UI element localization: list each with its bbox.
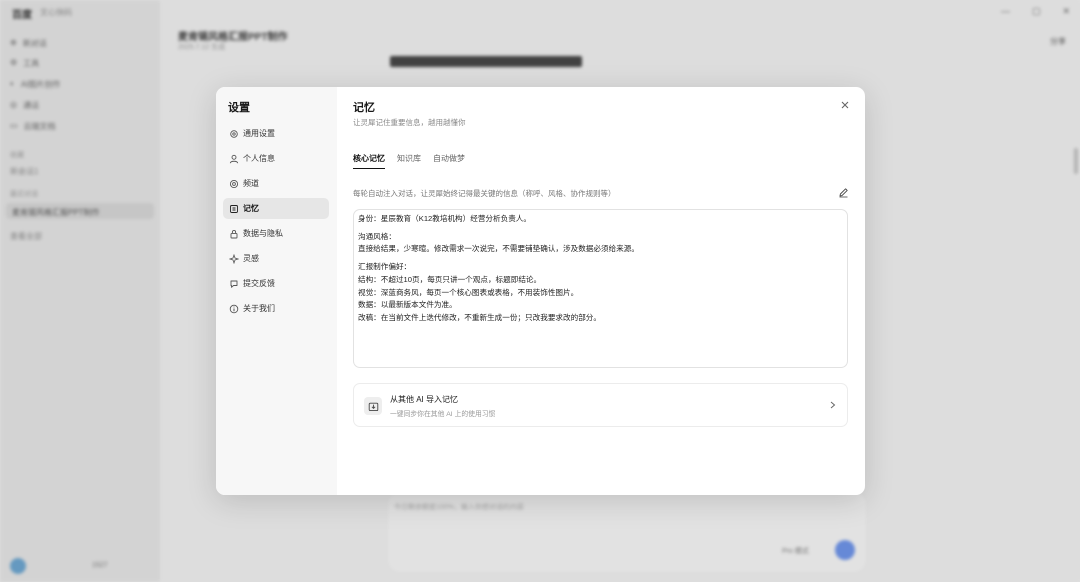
core-memory-text[interactable]: 身份：星辰教育（K12教培机构）经营分析负责人。 沟通风格： 直接给结果，少寒暄… bbox=[353, 209, 848, 368]
edit-icon[interactable] bbox=[838, 187, 849, 198]
memory-line: 结构：不超过10页，每页只讲一个观点，标题即结论。 bbox=[358, 274, 542, 284]
memory-hint: 每轮自动注入对话，让灵犀始终记得最关键的信息（称呼、风格、协作规则等） bbox=[353, 189, 616, 198]
tab-auto-dream[interactable]: 自动做梦 bbox=[433, 153, 465, 169]
settings-nav-inspiration[interactable]: 灵感 bbox=[223, 248, 329, 269]
memory-line: 沟通风格： bbox=[358, 231, 396, 241]
user-icon bbox=[229, 154, 239, 163]
lock-icon bbox=[230, 229, 238, 238]
settings-nav-label: 频道 bbox=[243, 179, 259, 188]
sparkle-icon bbox=[229, 253, 239, 264]
import-memory-card[interactable]: 从其他 AI 导入记忆 一键同步你在其他 AI 上的使用习惯 bbox=[353, 383, 848, 427]
settings-nav-label: 数据与隐私 bbox=[243, 229, 283, 238]
settings-title: 设置 bbox=[228, 102, 250, 114]
settings-nav-about[interactable]: 关于我们 bbox=[223, 298, 329, 319]
settings-sidebar: 设置 通用设置 个人信息 频道 记忆 数据与隐私 灵感 提交反馈 关于我们 bbox=[216, 87, 337, 495]
settings-nav: 通用设置 个人信息 频道 记忆 数据与隐私 灵感 提交反馈 关于我们 bbox=[223, 123, 329, 323]
memory-panel: 记忆 让灵犀记住重要信息，越用越懂你 核心记忆 知识库 自动做梦 每轮自动注入对… bbox=[337, 87, 865, 495]
memory-line: 直接给结果，少寒暄。修改需求一次说完，不需要铺垫确认，涉及数据必须给来源。 bbox=[358, 244, 639, 254]
memory-line: 汇报制作偏好： bbox=[358, 262, 412, 272]
settings-nav-privacy[interactable]: 数据与隐私 bbox=[223, 223, 329, 244]
import-title: 从其他 AI 导入记忆 bbox=[390, 395, 459, 404]
settings-nav-label: 个人信息 bbox=[243, 154, 275, 163]
tab-knowledge-base[interactable]: 知识库 bbox=[397, 153, 421, 169]
gear-icon bbox=[230, 129, 238, 138]
settings-nav-label: 通用设置 bbox=[243, 129, 275, 138]
settings-nav-label: 提交反馈 bbox=[243, 279, 275, 288]
memory-tabs: 核心记忆 知识库 自动做梦 bbox=[353, 153, 465, 169]
panel-subtitle: 让灵犀记住重要信息，越用越懂你 bbox=[353, 118, 466, 127]
tab-core-memory[interactable]: 核心记忆 bbox=[353, 153, 385, 169]
settings-nav-general[interactable]: 通用设置 bbox=[223, 123, 329, 144]
info-icon bbox=[229, 304, 239, 313]
memory-icon bbox=[230, 204, 238, 213]
memory-line: 改稿：在当前文件上迭代修改，不重新生成一份；只改我要求改的部分。 bbox=[358, 312, 601, 322]
memory-line: 视觉：深蓝商务风，每页一个核心图表或表格，不用装饰性图片。 bbox=[358, 287, 579, 297]
settings-modal: 设置 通用设置 个人信息 频道 记忆 数据与隐私 灵感 提交反馈 关于我们 记忆… bbox=[216, 87, 865, 495]
panel-title: 记忆 bbox=[353, 102, 375, 114]
memory-line: 身份：星辰教育（K12教培机构）经营分析负责人。 bbox=[358, 214, 531, 223]
settings-nav-feedback[interactable]: 提交反馈 bbox=[223, 273, 329, 294]
memory-line: 数据：以最新版本文件为准。 bbox=[358, 300, 457, 310]
import-icon bbox=[364, 397, 382, 415]
settings-nav-label: 记忆 bbox=[243, 204, 259, 213]
settings-nav-profile[interactable]: 个人信息 bbox=[223, 148, 329, 169]
channel-icon bbox=[229, 179, 239, 188]
import-subtitle: 一键同步你在其他 AI 上的使用习惯 bbox=[390, 411, 496, 418]
settings-nav-memory[interactable]: 记忆 bbox=[223, 198, 329, 219]
settings-nav-label: 灵感 bbox=[243, 254, 259, 263]
settings-nav-channel[interactable]: 频道 bbox=[223, 173, 329, 194]
feedback-icon bbox=[230, 280, 238, 288]
close-icon[interactable] bbox=[839, 99, 851, 111]
chevron-right-icon bbox=[830, 401, 836, 409]
settings-nav-label: 关于我们 bbox=[243, 304, 275, 313]
